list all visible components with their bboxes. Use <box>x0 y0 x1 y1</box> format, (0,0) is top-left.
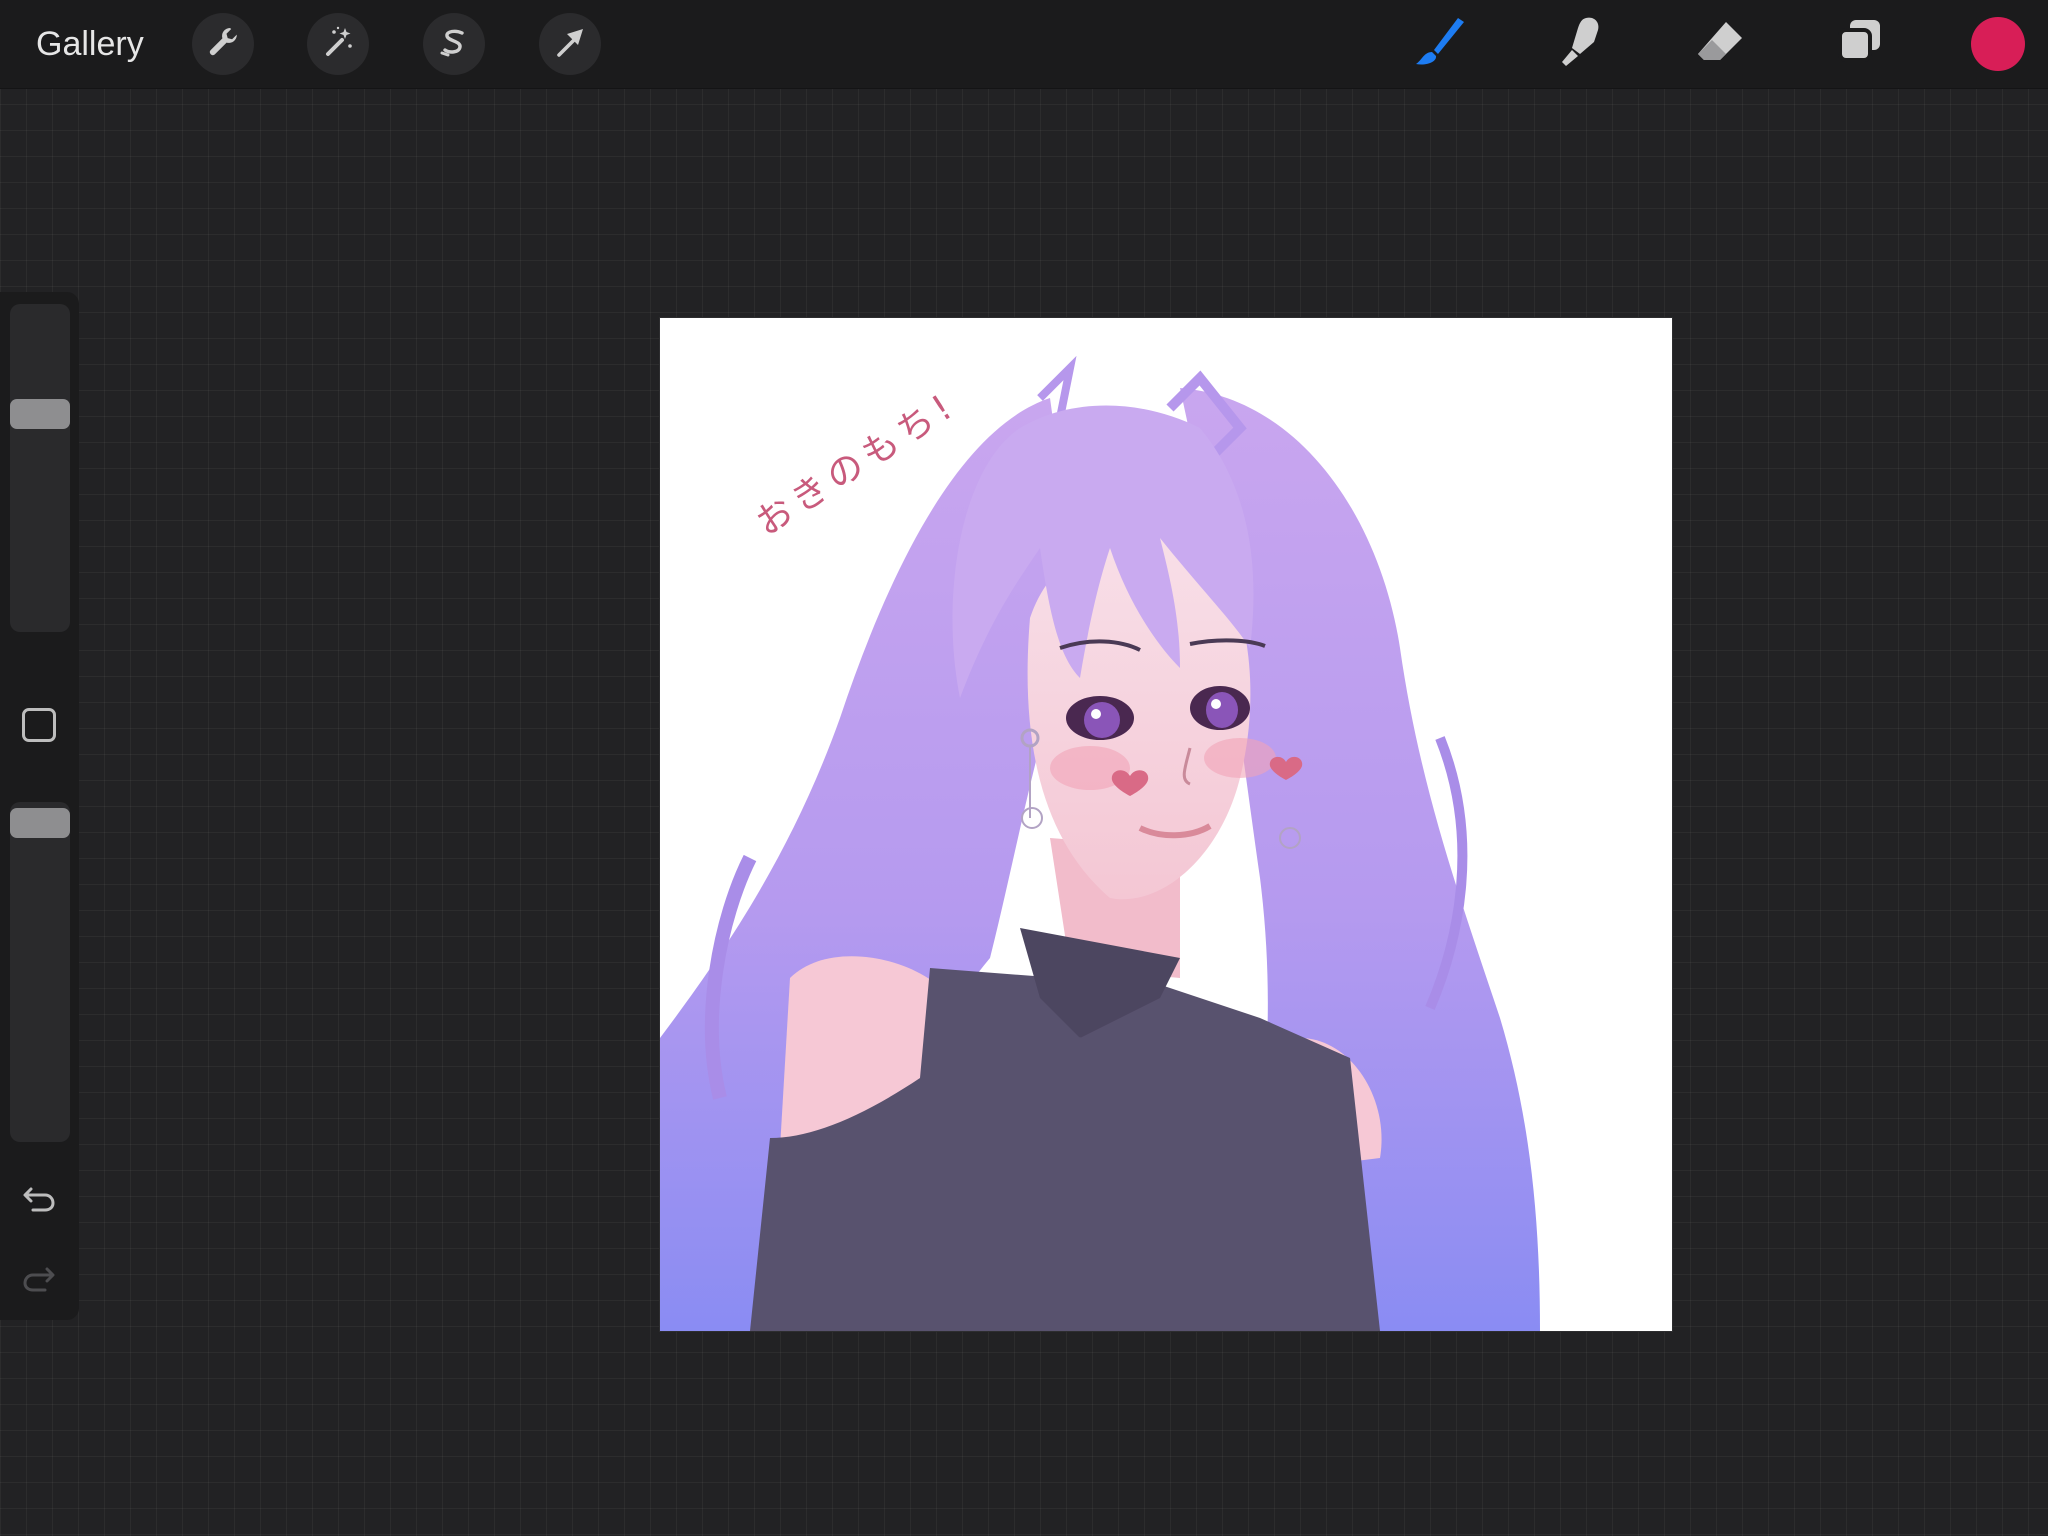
drawing-canvas[interactable]: おきのもち! <box>660 318 1672 1331</box>
adjustments-button[interactable] <box>307 13 369 75</box>
smudge-tool-button[interactable] <box>1550 14 1610 74</box>
transform-button[interactable] <box>539 13 601 75</box>
brush-size-slider-thumb[interactable] <box>10 399 70 430</box>
eraser-icon <box>1690 12 1750 77</box>
top-toolbar: Gallery <box>0 0 2048 89</box>
selection-s-icon <box>434 22 474 67</box>
modify-button[interactable] <box>22 708 56 742</box>
layers-tool-button[interactable] <box>1830 14 1890 74</box>
brush-size-slider[interactable] <box>10 304 70 632</box>
selection-button[interactable] <box>423 13 485 75</box>
gallery-button[interactable]: Gallery <box>36 22 144 66</box>
opacity-slider[interactable] <box>10 802 70 1142</box>
redo-button[interactable] <box>18 1260 60 1302</box>
redo-icon <box>19 1259 59 1304</box>
smudge-finger-icon <box>1550 12 1610 77</box>
undo-button[interactable] <box>18 1180 60 1222</box>
magic-wand-icon <box>318 22 358 67</box>
undo-icon <box>19 1179 59 1224</box>
opacity-slider-thumb[interactable] <box>10 808 70 839</box>
brush-tool-button[interactable] <box>1410 14 1470 74</box>
actions-button[interactable] <box>192 13 254 75</box>
arrow-cursor-icon <box>550 22 590 67</box>
eraser-tool-button[interactable] <box>1690 14 1750 74</box>
procreate-app: Gallery おきのもち! <box>0 0 2048 1536</box>
color-swatch[interactable] <box>1971 17 2025 71</box>
left-sidebar <box>0 292 79 1320</box>
brush-icon <box>1410 12 1470 77</box>
wrench-icon <box>203 22 243 67</box>
layers-icon <box>1830 12 1890 77</box>
